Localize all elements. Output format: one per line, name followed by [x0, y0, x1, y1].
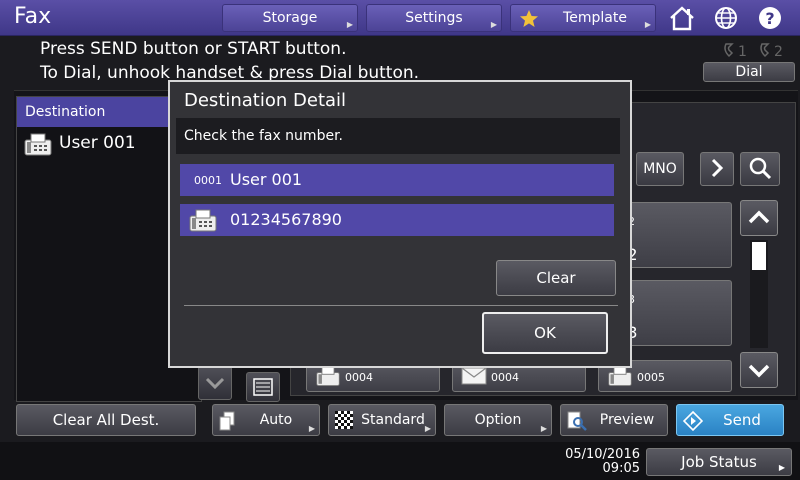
list-view-button[interactable] — [246, 372, 280, 402]
dialog-title: Destination Detail — [184, 90, 347, 111]
clear-all-destinations-button[interactable]: Clear All Dest. — [16, 404, 196, 436]
option-button[interactable]: Option ▶ — [444, 404, 552, 436]
entry-id: 0005 — [637, 371, 665, 384]
entry-id: 0004 — [491, 371, 519, 384]
svg-text:2: 2 — [774, 44, 783, 60]
settings-button[interactable]: Settings ▶ — [366, 4, 502, 32]
dialog-entry-name: User 001 — [230, 170, 303, 189]
dialog-entry-id: 0001 — [194, 174, 222, 187]
chevron-up-icon — [748, 210, 770, 224]
preview-button[interactable]: Preview — [560, 404, 668, 436]
send-button[interactable]: Send — [676, 404, 784, 436]
entry-id: 0004 — [345, 371, 373, 384]
globe-icon[interactable] — [712, 5, 740, 31]
menu-triangle-icon: ▶ — [490, 20, 497, 29]
list-icon — [253, 378, 273, 396]
dialog-clear-button[interactable]: Clear — [496, 260, 616, 296]
job-status-button[interactable]: Job Status ▶ — [646, 448, 792, 476]
index-tab-mno[interactable]: MNO — [636, 152, 684, 186]
menu-triangle-icon: ▶ — [778, 463, 785, 472]
svg-text:1: 1 — [738, 44, 747, 60]
template-button[interactable]: Template ▶ — [510, 4, 656, 32]
instruction-line-1: Press SEND button or START button. — [40, 39, 347, 59]
app-title: Fax — [14, 4, 52, 29]
fax-icon — [24, 133, 52, 156]
scroll-down-button[interactable] — [740, 352, 778, 388]
preview-button-label: Preview — [599, 412, 655, 428]
top-bar: Fax Storage ▶ Settings ▶ Template ▶ ? — [0, 0, 800, 36]
template-button-label: Template — [563, 10, 627, 26]
settings-button-label: Settings — [405, 10, 463, 26]
next-index-button[interactable] — [700, 152, 734, 186]
menu-triangle-icon: ▶ — [424, 424, 431, 433]
send-diamond-icon — [683, 411, 703, 431]
search-icon — [749, 157, 772, 180]
preview-icon — [567, 411, 587, 431]
menu-triangle-icon: ▶ — [346, 20, 353, 29]
storage-button-label: Storage — [262, 10, 318, 26]
standard-button-label: Standard — [361, 412, 425, 428]
destination-name: User 001 — [59, 133, 136, 153]
menu-triangle-icon: ▶ — [644, 20, 651, 29]
document-icon — [219, 411, 235, 431]
option-button-label: Option — [474, 412, 522, 428]
send-button-label: Send — [723, 411, 761, 429]
search-button[interactable] — [740, 152, 780, 186]
resolution-button[interactable]: Standard ▶ — [328, 404, 436, 436]
time-display: 09:05 — [602, 461, 640, 476]
dialog-divider — [184, 305, 618, 306]
auto-button-label: Auto — [259, 412, 293, 428]
destination-header-label: Destination — [25, 104, 106, 120]
help-icon[interactable]: ? — [756, 5, 784, 31]
svg-text:?: ? — [765, 9, 774, 28]
home-icon[interactable] — [668, 5, 696, 31]
fax-icon — [316, 366, 340, 386]
dialog-ok-button[interactable]: OK — [482, 312, 608, 354]
storage-button[interactable]: Storage ▶ — [222, 4, 358, 32]
star-icon — [520, 10, 538, 27]
auto-button[interactable]: Auto ▶ — [212, 404, 320, 436]
scrollbar-thumb[interactable] — [752, 242, 766, 270]
dialog-message: Check the fax number. — [176, 118, 620, 154]
chevron-right-icon — [711, 158, 724, 178]
email-icon — [461, 367, 487, 385]
dialog-fax-number-row: 01234567890 — [180, 204, 614, 236]
dialog-entry-row: 0001 User 001 — [180, 164, 614, 196]
dial-button[interactable]: Dial — [703, 62, 795, 82]
checker-icon — [335, 411, 353, 429]
scroll-up-button[interactable] — [740, 200, 778, 236]
menu-triangle-icon: ▶ — [540, 424, 547, 433]
handset-line-icon: 1 2 — [724, 43, 783, 60]
dialog-fax-number: 01234567890 — [230, 210, 342, 229]
destination-detail-dialog: Destination Detail Check the fax number.… — [168, 80, 632, 368]
chevron-down-icon — [205, 377, 225, 390]
menu-triangle-icon: ▶ — [308, 424, 315, 433]
job-status-label: Job Status — [681, 453, 757, 471]
date-display: 05/10/2016 — [565, 447, 640, 462]
fax-icon — [608, 366, 632, 386]
chevron-down-icon — [748, 364, 770, 378]
destination-scroll-down-button[interactable] — [198, 366, 232, 400]
fax-icon — [189, 209, 217, 232]
